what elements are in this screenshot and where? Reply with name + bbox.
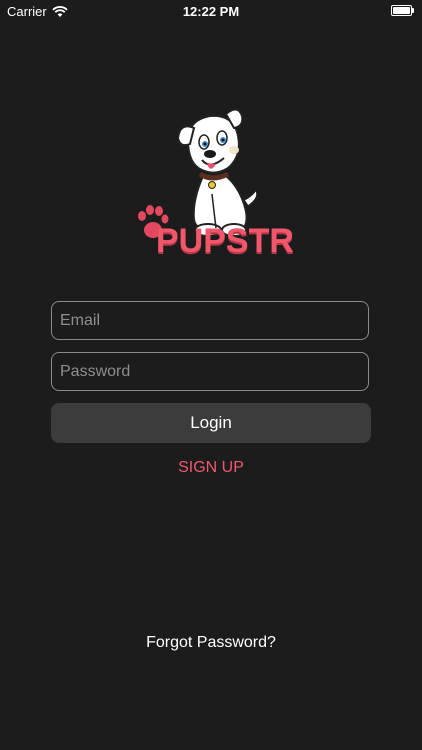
status-bar: Carrier 12:22 PM xyxy=(0,0,422,22)
logo-wordmark: PUPSTR xyxy=(156,222,294,260)
signup-link[interactable]: SIGN UP xyxy=(0,459,422,477)
login-button[interactable]: Login xyxy=(51,403,371,443)
password-input[interactable] xyxy=(52,353,368,390)
status-time: 12:22 PM xyxy=(182,4,240,19)
battery-icon xyxy=(391,5,414,16)
email-input[interactable] xyxy=(52,302,368,339)
password-field[interactable] xyxy=(51,352,369,391)
email-field[interactable] xyxy=(51,301,369,340)
forgot-password-link[interactable]: Forgot Password? xyxy=(0,634,422,652)
